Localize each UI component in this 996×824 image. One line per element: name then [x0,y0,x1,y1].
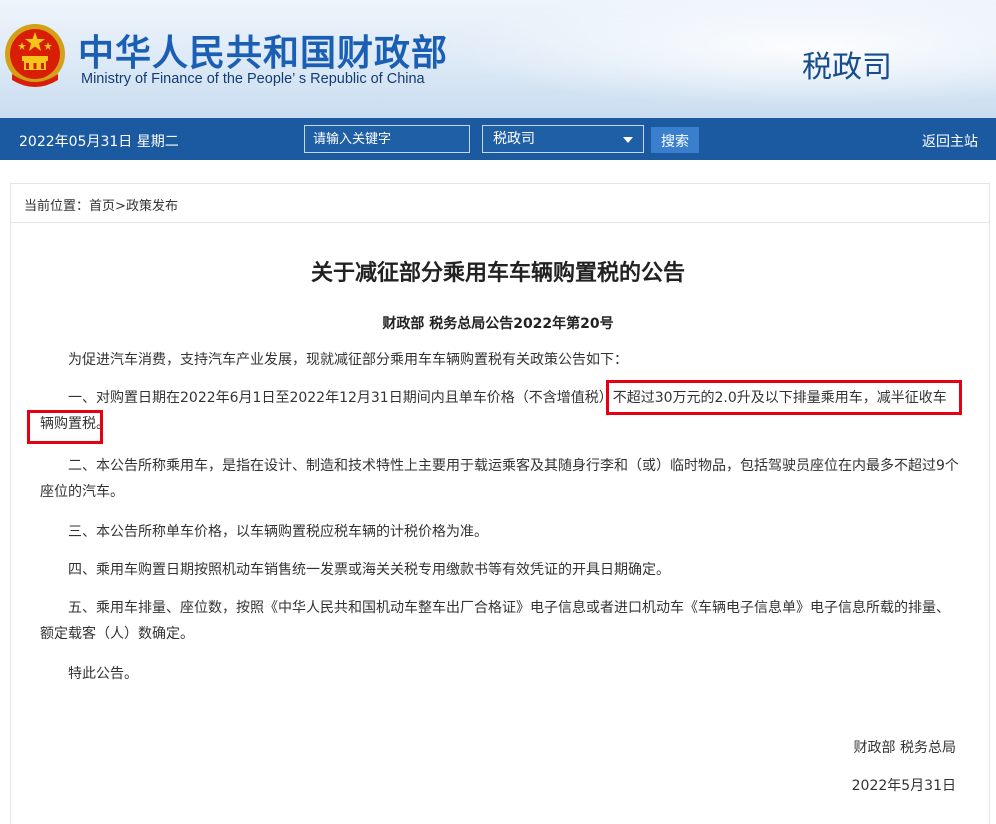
search-input[interactable] [304,125,470,153]
article-paragraph: 一、对购置日期在2022年6月1日至2022年12月31日期间内且单车价格（不含… [40,390,947,432]
scope-select-value: 税政司 [493,131,535,147]
signature-organization: 财政部 税务总局 [853,740,956,756]
banner-background [376,0,996,118]
article-paragraph: 二、本公告所称乘用车，是指在设计、制造和技术特性上主要用于载运乘客及其随身行李和… [40,458,959,500]
article-paragraph: 为促进汽车消费，支持汽车产业发展，现就减征部分乘用车车辆购置税有关政策公告如下： [68,352,628,368]
current-date: 2022年05月31日 星期二 [19,134,179,150]
site-title-en: Ministry of Finance of the People’ s Rep… [81,71,425,87]
scope-select[interactable]: 税政司 [482,125,644,153]
article-title: 关于减征部分乘用车车辆购置税的公告 [310,261,685,286]
nav-bar: 2022年05月31日 星期二 税政司 搜索 返回主站 [0,118,996,160]
site-title-cn: 中华人民共和国财政部 [78,33,449,74]
return-home-link[interactable]: 返回主站 [922,131,978,151]
signature-date: 2022年5月31日 [851,778,956,794]
search-button[interactable]: 搜索 [651,127,699,153]
national-emblem-icon [5,24,65,87]
breadcrumb-separator: > [115,199,126,214]
breadcrumb: 当前位置：首页>政策发布 [24,195,178,214]
article-paragraph: 五、乘用车排量、座位数，按照《中华人民共和国机动车整车出厂合格证》电子信息或者进… [40,600,950,642]
article-paragraph: 四、乘用车购置日期按照机动车销售统一发票或海关关税专用缴款书等有效凭证的开具日期… [68,562,670,578]
article-paragraph: 三、本公告所称单车价格，以车辆购置税应税车辆的计税价格为准。 [68,524,488,540]
breadcrumb-divider [10,222,989,223]
breadcrumb-home-link[interactable]: 首页 [89,199,115,214]
document-number: 财政部 税务总局公告2022年第20号 [382,316,614,332]
chevron-down-icon [623,137,633,143]
article-paragraph: 特此公告。 [68,666,138,682]
breadcrumb-section-link[interactable]: 政策发布 [126,199,178,214]
department-name: 税政司 [802,50,892,85]
header-banner: 中华人民共和国财政部 Ministry of Finance of the Pe… [0,0,996,118]
breadcrumb-prefix: 当前位置： [24,199,90,214]
